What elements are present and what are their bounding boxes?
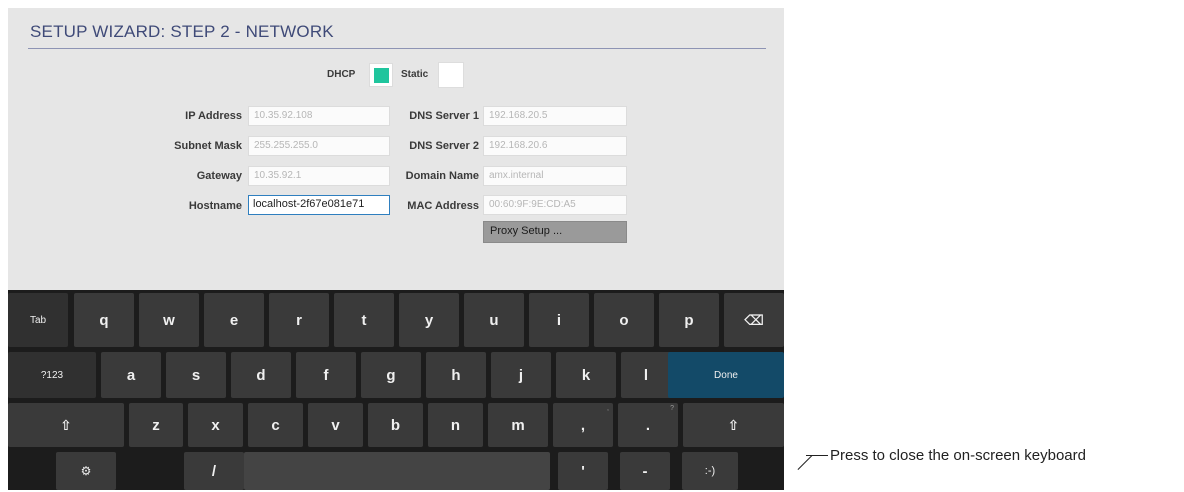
title-divider <box>28 48 766 49</box>
key-r[interactable]: r <box>269 293 329 347</box>
key-e[interactable]: e <box>204 293 264 347</box>
callout-line <box>806 455 828 456</box>
callout-pointer <box>797 455 813 470</box>
key-v[interactable]: v <box>308 403 363 447</box>
key-q[interactable]: q <box>74 293 134 347</box>
key-d[interactable]: d <box>231 352 291 398</box>
key-u[interactable]: u <box>464 293 524 347</box>
period-label: . <box>645 416 651 434</box>
key-t[interactable]: t <box>334 293 394 347</box>
symbols-key[interactable]: ?123 <box>8 352 96 398</box>
key-n[interactable]: n <box>428 403 483 447</box>
static-label: Static <box>401 69 429 80</box>
ip-address-field[interactable]: 10.35.92.108 <box>248 106 390 126</box>
key-c[interactable]: c <box>248 403 303 447</box>
shift-icon: ⇧ <box>60 416 72 433</box>
mac-address-field: 00:60:9F:9E:CD:A5 <box>483 195 627 215</box>
key-w[interactable]: w <box>139 293 199 347</box>
key-a[interactable]: a <box>101 352 161 398</box>
on-screen-keyboard: Tab q w e r t y u i o p ⌫ ?123 a s d f g… <box>8 290 784 490</box>
dns-server-2-field[interactable]: 192.168.20.6 <box>483 136 627 156</box>
done-key[interactable]: Done <box>668 352 784 398</box>
comma-label: , <box>580 416 586 434</box>
subnet-mask-field[interactable]: 255.255.255.0 <box>248 136 390 156</box>
key-o[interactable]: o <box>594 293 654 347</box>
key-z[interactable]: z <box>129 403 183 447</box>
dns-server-1-field[interactable]: 192.168.20.5 <box>483 106 627 126</box>
key-k[interactable]: k <box>556 352 616 398</box>
key-b[interactable]: b <box>368 403 423 447</box>
dhcp-label: DHCP <box>327 69 356 80</box>
comma-key[interactable]: , , <box>553 403 613 447</box>
period-key[interactable]: . ? <box>618 403 678 447</box>
comma-key-hint: , <box>607 405 609 412</box>
callout-annotation: Press to close the on-screen keyboard <box>830 447 1086 464</box>
smiley-key[interactable]: :-) <box>682 452 738 490</box>
backspace-key[interactable]: ⌫ <box>724 293 784 347</box>
right-shift-key[interactable]: ⇧ <box>683 403 784 447</box>
subnet-mask-label: Subnet Mask <box>174 140 242 152</box>
key-f[interactable]: f <box>296 352 356 398</box>
domain-name-field[interactable]: amx.internal <box>483 166 627 186</box>
tablet-screen: SETUP WIZARD: STEP 2 - NETWORK DHCP Stat… <box>8 8 784 490</box>
tab-key[interactable]: Tab <box>8 293 68 347</box>
key-s[interactable]: s <box>166 352 226 398</box>
key-y[interactable]: y <box>399 293 459 347</box>
mac-address-label: MAC Address <box>407 200 479 212</box>
static-checkbox[interactable] <box>438 62 464 88</box>
dhcp-checked-indicator <box>374 68 389 83</box>
space-bar[interactable] <box>244 452 550 490</box>
period-key-hint: ? <box>670 405 674 412</box>
slash-key[interactable]: / <box>184 452 244 490</box>
dns-server-1-label: DNS Server 1 <box>409 110 479 122</box>
key-p[interactable]: p <box>659 293 719 347</box>
key-m[interactable]: m <box>488 403 548 447</box>
gateway-label: Gateway <box>196 170 242 182</box>
backspace-icon: ⌫ <box>744 311 764 328</box>
settings-key[interactable]: ⚙ <box>56 452 116 490</box>
key-i[interactable]: i <box>529 293 589 347</box>
ip-address-label: IP Address <box>185 110 242 122</box>
key-g[interactable]: g <box>361 352 421 398</box>
key-h[interactable]: h <box>426 352 486 398</box>
hostname-field[interactable]: localhost-2f67e081e71 <box>248 195 390 215</box>
dhcp-checkbox[interactable] <box>369 63 393 87</box>
apostrophe-key[interactable]: ' <box>558 452 608 490</box>
key-j[interactable]: j <box>491 352 551 398</box>
shift-icon: ⇧ <box>727 416 740 433</box>
page-title: SETUP WIZARD: STEP 2 - NETWORK <box>30 22 334 41</box>
settings-icon: ⚙ <box>80 464 92 478</box>
domain-name-label: Domain Name <box>405 170 479 182</box>
key-l[interactable]: l <box>621 352 671 398</box>
hostname-label: Hostname <box>188 200 242 212</box>
key-x[interactable]: x <box>188 403 243 447</box>
left-shift-key[interactable]: ⇧ <box>8 403 124 447</box>
dash-key[interactable]: - <box>620 452 670 490</box>
gateway-field[interactable]: 10.35.92.1 <box>248 166 390 186</box>
dns-server-2-label: DNS Server 2 <box>409 140 479 152</box>
proxy-setup-button[interactable]: Proxy Setup ... <box>483 221 627 243</box>
